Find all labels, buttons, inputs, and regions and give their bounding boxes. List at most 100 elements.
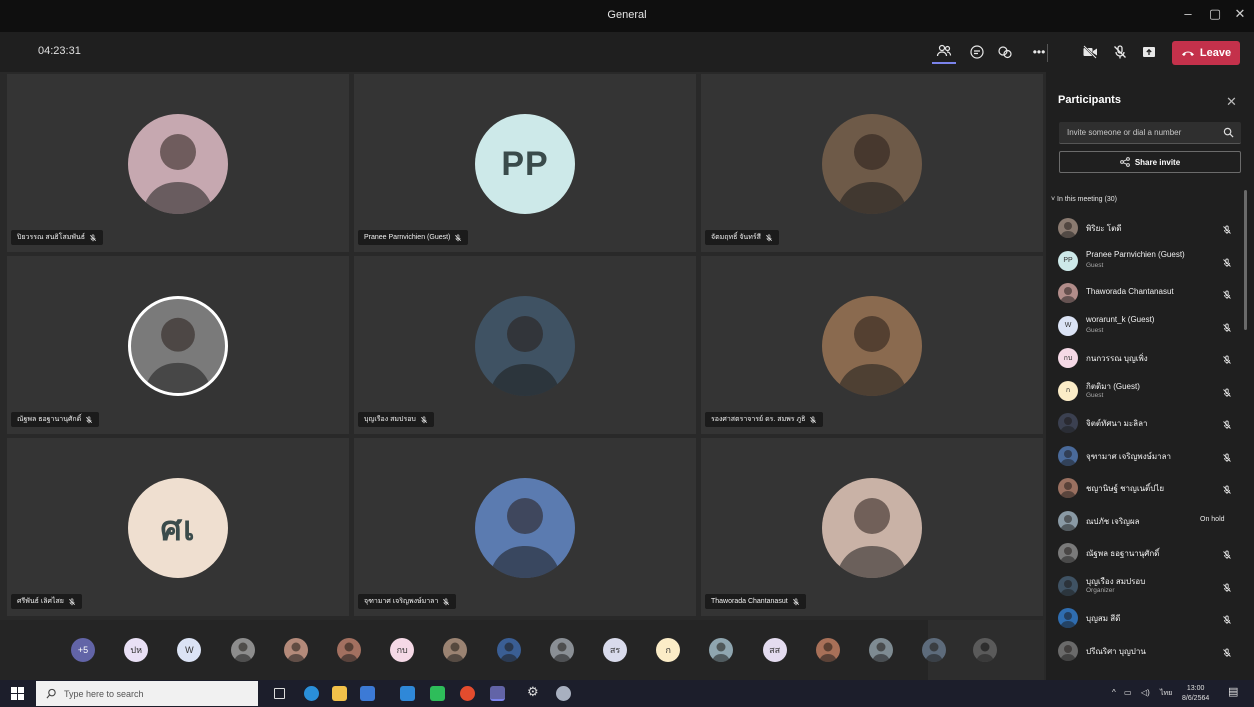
- close-panel-icon[interactable]: ✕: [1226, 94, 1237, 110]
- video-tile[interactable]: ปิยวรรณ สนธิโสมพันธ์: [7, 74, 349, 252]
- mic-off-icon[interactable]: [1108, 40, 1132, 64]
- in-meeting-section[interactable]: ˅ In this meeting (30): [1051, 196, 1117, 203]
- strip-avatar[interactable]: [230, 638, 255, 662]
- participant-name: Pranee Parnvichien (Guest): [1086, 249, 1185, 259]
- strip-avatar[interactable]: [922, 638, 947, 662]
- mic-off-icon: [1222, 255, 1232, 267]
- participant-row[interactable]: กกิตติมา (Guest) Guest: [1046, 376, 1254, 409]
- mic-off-icon: [1222, 385, 1232, 397]
- participant-row[interactable]: Wworarunt_k (Guest) Guest: [1046, 311, 1254, 344]
- strip-avatar[interactable]: [549, 638, 574, 662]
- minimize-icon[interactable]: –: [1177, 6, 1199, 21]
- input-language[interactable]: ไทย: [1160, 688, 1172, 699]
- strip-avatar[interactable]: [815, 638, 840, 662]
- invite-search-input[interactable]: Invite someone or dial a number: [1059, 122, 1241, 144]
- video-tile[interactable]: ศเ ศรีพันธ์ เลิศไสย: [7, 438, 349, 616]
- mic-off-icon: [1222, 450, 1232, 462]
- video-tile[interactable]: จัตมฤทธิ์ จันทร์สี: [701, 74, 1043, 252]
- avatar-initials: PP: [1063, 257, 1073, 264]
- task-view-icon[interactable]: [274, 688, 285, 699]
- participant-status: On hold: [1200, 515, 1225, 523]
- participant-row[interactable]: ณัฐพล ธอฐานานุศักดิ์: [1046, 538, 1254, 571]
- participant-avatar: [822, 478, 922, 578]
- participant-row[interactable]: ชญานิษฐ์ ชาญเนติ์ปไย: [1046, 473, 1254, 506]
- mic-off-icon: [1222, 320, 1232, 332]
- tile-name-text: รองศาสตราจารย์ ดร. สมพร ภูธิ: [711, 416, 806, 423]
- avatar-initials: กบ: [1063, 354, 1073, 362]
- edge-icon[interactable]: [304, 686, 319, 701]
- participant-row[interactable]: จิตต์ทัศนา มะลิลา: [1046, 408, 1254, 441]
- teams-window: General – ▢ ✕ 04:23:31 ••• Leave ปิยวรรณ…: [0, 0, 1254, 707]
- strip-avatar[interactable]: [443, 638, 468, 662]
- strip-avatar[interactable]: [283, 638, 308, 662]
- strip-avatar[interactable]: [337, 638, 361, 662]
- search-icon[interactable]: [1223, 127, 1234, 138]
- volume-icon[interactable]: ◁): [1141, 688, 1150, 697]
- mail-icon[interactable]: [400, 686, 415, 701]
- share-screen-icon[interactable]: [1137, 40, 1161, 64]
- participant-row[interactable]: บุญสม สีดี: [1046, 603, 1254, 636]
- participant-row[interactable]: Thaworada Chantanasut: [1046, 278, 1254, 311]
- strip-avatar[interactable]: สส: [762, 638, 787, 662]
- windows-start-icon[interactable]: [11, 687, 24, 700]
- leave-button[interactable]: Leave: [1172, 41, 1240, 65]
- participant-row[interactable]: จุฑามาศ เจริญพงษ์มาลา: [1046, 441, 1254, 474]
- strip-avatar[interactable]: [496, 638, 521, 662]
- video-tile[interactable]: PP Pranee Parnvichien (Guest): [354, 74, 696, 252]
- share-invite-button[interactable]: Share invite: [1059, 151, 1241, 173]
- participant-avatar: [1058, 218, 1078, 238]
- participant-row[interactable]: บุญเรือง สมปรอบ Organizer: [1046, 571, 1254, 604]
- settings-gear-icon[interactable]: ⚙: [527, 684, 542, 699]
- strip-avatar[interactable]: [869, 638, 893, 662]
- mic-off-icon: [1222, 612, 1232, 624]
- notifications-icon[interactable]: ▤: [1228, 685, 1238, 698]
- video-tile[interactable]: บุญเรือง สมปรอบ: [354, 256, 696, 434]
- participant-avatar: [475, 296, 575, 396]
- participant-strip: +5 ปห W กบ สร ก สส: [0, 620, 1044, 680]
- taskbar-search-input[interactable]: Type here to search: [36, 681, 258, 706]
- participant-avatar: [1058, 445, 1078, 466]
- video-tile[interactable]: จุฑามาศ เจริญพงษ์มาลา: [354, 438, 696, 616]
- reactions-icon[interactable]: [993, 40, 1017, 64]
- network-icon[interactable]: ▭: [1124, 688, 1132, 697]
- close-icon[interactable]: ✕: [1229, 6, 1251, 22]
- video-tile[interactable]: ณัฐพล ธอฐานานุศักดิ์: [7, 256, 349, 434]
- tray-chevron-icon[interactable]: ^: [1112, 688, 1116, 697]
- participants-icon[interactable]: [932, 40, 956, 64]
- taskbar-clock[interactable]: 13:00 8/6/2564: [1182, 684, 1209, 704]
- tile-name-label: Thaworada Chantanasut: [705, 594, 806, 609]
- strip-avatar-label: W: [185, 645, 194, 655]
- video-tile[interactable]: รองศาสตราจารย์ ดร. สมพร ภูธิ: [701, 256, 1043, 434]
- chrome-icon[interactable]: [460, 686, 475, 701]
- participant-row[interactable]: ณปภัช เจริญผล On hold: [1046, 506, 1254, 539]
- strip-avatar[interactable]: ปห: [124, 638, 149, 662]
- participant-row[interactable]: PP Pranee Parnvichien (Guest) Guest: [1046, 246, 1254, 279]
- participant-avatar: [1058, 413, 1078, 433]
- strip-avatar[interactable]: สร: [603, 638, 627, 662]
- mic-off-icon: [68, 597, 76, 606]
- video-tile[interactable]: Thaworada Chantanasut: [701, 438, 1043, 616]
- chat-icon[interactable]: [965, 40, 989, 64]
- participant-avatar: [128, 296, 228, 396]
- maximize-icon[interactable]: ▢: [1204, 6, 1226, 22]
- meeting-timer: 04:23:31: [38, 45, 81, 57]
- strip-avatar[interactable]: ก: [656, 638, 681, 662]
- security-shield-icon[interactable]: [556, 686, 571, 701]
- strip-avatar-label: สร: [609, 645, 621, 655]
- strip-avatar[interactable]: W: [177, 638, 202, 662]
- participant-row[interactable]: พิริยะ โตดี: [1046, 213, 1254, 246]
- more-participants-button[interactable]: +5: [71, 638, 95, 662]
- participant-row[interactable]: ปรีณริศา บุญปาน: [1046, 636, 1254, 669]
- camera-off-icon[interactable]: [1078, 40, 1102, 64]
- participant-row[interactable]: กบ กนกวรรณ บุญเพิ่ง: [1046, 343, 1254, 376]
- file-explorer-icon[interactable]: [332, 686, 347, 701]
- strip-avatar[interactable]: [709, 638, 734, 662]
- strip-avatar-label: +5: [77, 645, 89, 655]
- teams-icon[interactable]: [490, 686, 505, 701]
- store-icon[interactable]: [360, 686, 375, 701]
- mic-off-icon: [1222, 482, 1232, 494]
- mic-off-icon: [89, 233, 97, 242]
- strip-avatar[interactable]: กบ: [390, 638, 415, 662]
- participant-avatar: [822, 114, 922, 214]
- line-icon[interactable]: [430, 686, 445, 701]
